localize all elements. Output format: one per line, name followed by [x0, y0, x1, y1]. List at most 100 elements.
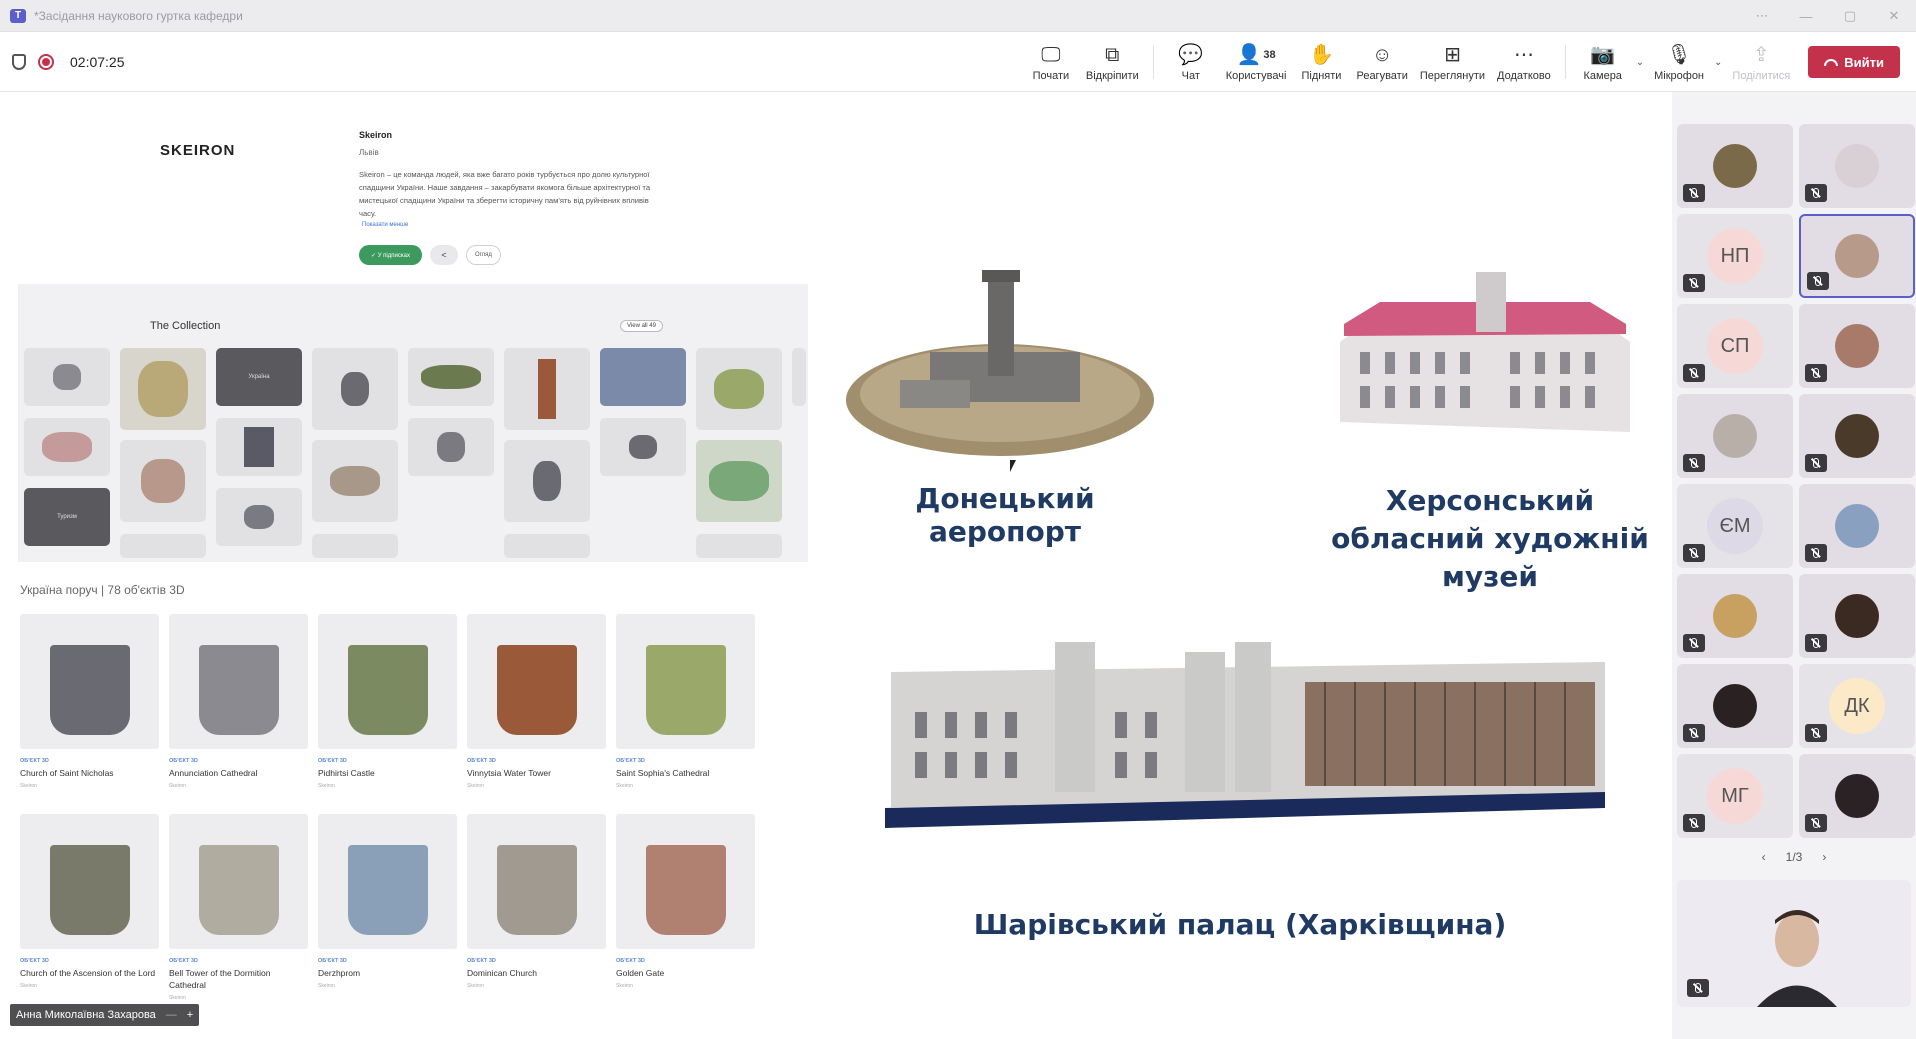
view-all-button: View all 49	[620, 320, 663, 332]
chat-button[interactable]: 💬 Чат	[1162, 32, 1220, 92]
chevron-right-icon[interactable]: ›	[1822, 850, 1826, 864]
object-tag: ОБ'ЄКТ 3D	[318, 758, 347, 764]
object-name: Church of the Ascension of the Lord	[20, 968, 156, 978]
close-icon[interactable]: ✕	[1872, 0, 1916, 32]
maximize-icon[interactable]: ▢	[1828, 0, 1872, 32]
react-button[interactable]: ☺ Реагувати	[1350, 32, 1413, 92]
phone-hangup-icon	[1824, 58, 1839, 66]
collection-tile	[312, 348, 398, 430]
object-card: ОБ'ЄКТ 3D Church of the Ascension of the …	[20, 814, 159, 989]
label-sharivka-palace: Шарівський палац (Харківщина)	[973, 908, 1507, 941]
participant-tile[interactable]: НП	[1677, 214, 1793, 298]
object-model	[645, 845, 726, 935]
meeting-toolbar: 02:07:25 🖵 Почати ⧉ Відкріпити 💬 Чат 👤 38…	[0, 32, 1916, 92]
toolbar-divider	[1564, 45, 1566, 79]
collection-tile	[24, 418, 110, 476]
skeiron-logo: SKEIRON	[160, 142, 236, 159]
recording-icon	[38, 53, 54, 70]
participant-tile[interactable]	[1677, 664, 1793, 748]
object-name: Saint Sophia's Cathedral	[616, 768, 710, 778]
object-card: ОБ'ЄКТ 3D Dominican Church Skeiron	[467, 814, 606, 989]
mic-off-icon	[1805, 634, 1827, 652]
object-model	[496, 845, 577, 935]
minimize-icon[interactable]: —	[1784, 0, 1828, 32]
object-author: Skeiron	[20, 983, 37, 989]
participant-tile[interactable]	[1799, 304, 1915, 388]
collection-tile	[408, 418, 494, 476]
mic-off-icon	[1805, 544, 1827, 562]
object-model	[347, 845, 428, 935]
object-tag: ОБ'ЄКТ 3D	[20, 758, 49, 764]
shared-website: SKEIRON Skeiron Львів Skeiron – це коман…	[0, 92, 810, 1039]
mouse-cursor-icon	[1010, 460, 1016, 472]
mic-off-icon: 🎙	[1666, 44, 1692, 66]
zoom-in-icon[interactable]: +	[187, 1009, 193, 1021]
people-count: 38	[1263, 49, 1276, 61]
view-button[interactable]: ⊞ Переглянути	[1414, 32, 1491, 92]
object-tag: ОБ'ЄКТ 3D	[20, 958, 49, 964]
object-tag: ОБ'ЄКТ 3D	[169, 758, 198, 764]
participant-tile[interactable]	[1799, 214, 1915, 298]
collection-tile	[312, 534, 398, 558]
mic-off-icon	[1683, 544, 1705, 562]
object-card: ОБ'ЄКТ 3D Pidhirtsi Castle Skeiron	[318, 614, 457, 789]
profile-city: Львів	[359, 148, 379, 157]
zoom-out-icon[interactable]: —	[166, 1009, 177, 1021]
object-thumbnail	[169, 614, 308, 749]
raise-hand-button[interactable]: ✋ Підняти	[1292, 32, 1350, 92]
mic-off-icon	[1683, 454, 1705, 472]
object-thumbnail	[318, 614, 457, 749]
object-name: Vinnytsia Water Tower	[467, 768, 551, 778]
popout-button[interactable]: ⧉ Відкріпити	[1080, 32, 1145, 92]
start-button[interactable]: 🖵 Почати	[1022, 32, 1080, 92]
collection-tile	[24, 348, 110, 406]
participant-tile[interactable]: МГ	[1677, 754, 1793, 838]
object-author: Skeiron	[318, 783, 335, 789]
participant-tile[interactable]	[1799, 574, 1915, 658]
participant-tile[interactable]	[1799, 394, 1915, 478]
toolbar-divider	[1152, 45, 1154, 79]
shield-icon[interactable]	[12, 53, 26, 70]
mic-off-icon	[1683, 724, 1705, 742]
camera-options-chevron-icon[interactable]: ⌄	[1636, 57, 1644, 68]
participant-tile[interactable]	[1677, 574, 1793, 658]
mic-off-icon	[1683, 814, 1705, 832]
more-options-icon[interactable]: ⋯	[1740, 0, 1784, 32]
chevron-left-icon[interactable]: ‹	[1762, 850, 1766, 864]
camera-button[interactable]: 📷 Камера	[1574, 32, 1632, 92]
participant-tile[interactable]	[1799, 484, 1915, 568]
participant-tile[interactable]	[1799, 124, 1915, 208]
self-video-tile[interactable]	[1677, 880, 1911, 1007]
collection-section: The Collection View all 49 Україна Туриз…	[18, 284, 808, 562]
object-tag: ОБ'ЄКТ 3D	[467, 958, 496, 964]
participant-tile[interactable]	[1799, 754, 1915, 838]
leave-button[interactable]: Вийти	[1808, 46, 1900, 78]
object-name: Church of Saint Nicholas	[20, 768, 114, 778]
object-author: Skeiron	[467, 983, 484, 989]
participant-tile[interactable]	[1677, 394, 1793, 478]
mic-off-icon	[1683, 364, 1705, 382]
share-button[interactable]: ⇪ Поділитися	[1726, 32, 1796, 92]
object-thumbnail	[318, 814, 457, 949]
participant-tile[interactable]	[1677, 124, 1793, 208]
mic-off-icon	[1805, 364, 1827, 382]
mic-options-chevron-icon[interactable]: ⌄	[1714, 57, 1722, 68]
mic-off-icon	[1687, 979, 1709, 997]
kherson-museum-image	[1340, 272, 1630, 432]
object-author: Skeiron	[467, 783, 484, 789]
teams-logo-icon: T	[10, 8, 26, 23]
label-donetsk-airport: Донецький аеропорт	[915, 482, 1095, 548]
collection-tile	[312, 440, 398, 522]
chat-icon: 💬	[1178, 44, 1204, 66]
window-controls: ⋯ — ▢ ✕	[1740, 0, 1916, 32]
participant-tile[interactable]: ДК	[1799, 664, 1915, 748]
collection-tile	[600, 418, 686, 476]
mic-off-icon	[1805, 184, 1827, 202]
people-button[interactable]: 👤 38 Користувачі	[1220, 32, 1293, 92]
mic-off-icon	[1683, 274, 1705, 292]
more-button[interactable]: ⋯ Додатково	[1491, 32, 1557, 92]
participant-tile[interactable]: ЄМ	[1677, 484, 1793, 568]
mic-button[interactable]: 🎙 Мікрофон	[1648, 32, 1710, 92]
avatar-initials: СП	[1707, 318, 1763, 374]
participant-tile[interactable]: СП	[1677, 304, 1793, 388]
